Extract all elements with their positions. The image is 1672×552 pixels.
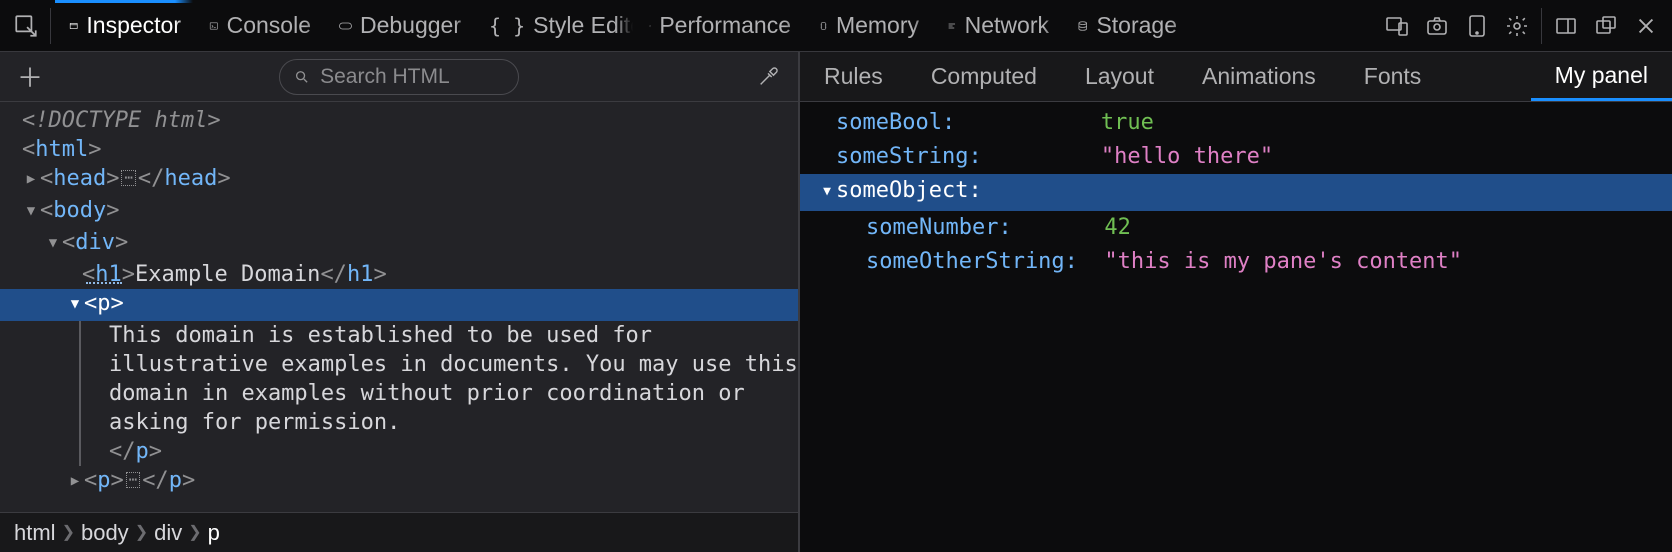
close-icon[interactable]: [1626, 6, 1666, 46]
twisty-open-icon[interactable]: ▼: [66, 290, 84, 319]
pick-element-icon[interactable]: [6, 6, 46, 46]
tab-label: Debugger: [360, 12, 461, 39]
dom-h1[interactable]: <h1>Example Domain</h1>: [0, 260, 798, 289]
tab-debugger[interactable]: Debugger: [325, 0, 475, 51]
dom-div[interactable]: ▼<div>: [0, 228, 798, 260]
eyedropper-icon[interactable]: [748, 57, 788, 97]
sidebar-panel: Rules Computed Layout Animations Fonts M…: [800, 52, 1672, 552]
tab-storage[interactable]: Storage: [1063, 0, 1191, 51]
object-value: 42: [1104, 211, 1131, 245]
dom-html-open[interactable]: <html>: [0, 135, 798, 164]
ellipsis-icon[interactable]: ⋯: [126, 472, 140, 488]
screenshot-icon[interactable]: [1417, 6, 1457, 46]
performance-icon: [649, 15, 651, 37]
crumb-div[interactable]: div: [154, 520, 182, 546]
dom-p-selected[interactable]: ▼<p>: [0, 289, 798, 321]
crumb-body[interactable]: body: [81, 520, 129, 546]
chevron-right-icon: ❯: [188, 522, 201, 542]
object-row[interactable]: someBool: true: [800, 106, 1672, 140]
markup-toolbar: ＋: [0, 52, 798, 102]
tab-layout[interactable]: Layout: [1061, 52, 1178, 101]
device-icon[interactable]: [1457, 6, 1497, 46]
object-row[interactable]: someOtherString: "this is my pane's cont…: [800, 245, 1672, 279]
tab-performance[interactable]: Performance: [635, 0, 805, 51]
breadcrumb: html ❯ body ❯ div ❯ p: [0, 512, 798, 552]
dom-p-text[interactable]: This domain is established to be used fo…: [79, 321, 798, 466]
crumb-html[interactable]: html: [14, 520, 56, 546]
tab-style-editor[interactable]: { } Style Editor: [475, 0, 635, 51]
tab-label: Inspector: [86, 12, 181, 39]
dock-side-icon[interactable]: [1546, 6, 1586, 46]
style-editor-icon: { }: [489, 14, 525, 38]
object-row[interactable]: ▼someObject:: [800, 174, 1672, 211]
chevron-right-icon: ❯: [135, 522, 148, 542]
debugger-icon: [339, 16, 352, 36]
dom-head[interactable]: ▶<head>⋯</head>: [0, 164, 798, 196]
tab-console[interactable]: Console: [195, 0, 325, 51]
object-key: someNumber:: [866, 211, 1104, 245]
dock-window-icon[interactable]: [1586, 6, 1626, 46]
object-key: someObject:: [836, 174, 1101, 208]
object-row[interactable]: someString: "hello there": [800, 140, 1672, 174]
tab-computed[interactable]: Computed: [907, 52, 1061, 101]
memory-icon: [819, 15, 828, 37]
responsive-mode-icon[interactable]: [1377, 6, 1417, 46]
tab-label: Network: [965, 12, 1049, 39]
twisty-closed-icon[interactable]: ▶: [66, 467, 84, 496]
console-icon: [209, 15, 219, 37]
add-node-button[interactable]: ＋: [10, 57, 50, 97]
dom-body[interactable]: ▼<body>: [0, 196, 798, 228]
search-icon: [294, 68, 310, 86]
twisty-open-icon[interactable]: ▼: [22, 197, 40, 226]
tab-label: Memory: [836, 12, 919, 39]
twisty-open-icon[interactable]: ▼: [44, 229, 62, 258]
object-row[interactable]: someNumber: 42: [800, 211, 1672, 245]
tab-memory[interactable]: Memory: [805, 0, 933, 51]
tab-label: Performance: [659, 12, 791, 39]
twisty-open-icon[interactable]: ▼: [818, 175, 836, 209]
settings-icon[interactable]: [1497, 6, 1537, 46]
object-key: someString:: [836, 140, 1101, 174]
storage-icon: [1077, 15, 1088, 37]
dom-doctype[interactable]: <!DOCTYPE html>: [0, 106, 798, 135]
network-icon: [947, 15, 957, 37]
object-key: someOtherString:: [866, 245, 1104, 279]
search-html-input[interactable]: [320, 65, 504, 89]
tab-inspector[interactable]: Inspector: [55, 0, 195, 51]
tab-network[interactable]: Network: [933, 0, 1063, 51]
dom-p2[interactable]: ▶<p>⋯</p>: [0, 466, 798, 498]
main-split: ＋ <!DOCTYPE html> <html> ▶<head>⋯</head>: [0, 52, 1672, 552]
sidebar-tabs: Rules Computed Layout Animations Fonts M…: [800, 52, 1672, 102]
tab-label: Console: [227, 12, 311, 39]
object-value: "this is my pane's content": [1104, 245, 1462, 279]
tab-label: Storage: [1096, 12, 1177, 39]
search-html-field[interactable]: [279, 59, 518, 95]
object-value: "hello there": [1101, 140, 1273, 174]
devtools-toolbar: Inspector Console Debugger { } Style Edi…: [0, 0, 1672, 52]
object-viewer[interactable]: someBool: truesomeString: "hello there"▼…: [800, 102, 1672, 552]
ellipsis-icon[interactable]: ⋯: [121, 170, 135, 186]
tab-animations[interactable]: Animations: [1178, 52, 1340, 101]
tab-rules[interactable]: Rules: [800, 52, 907, 101]
object-value: true: [1101, 106, 1154, 140]
tab-label: Style Editor: [533, 12, 635, 39]
markup-panel: ＋ <!DOCTYPE html> <html> ▶<head>⋯</head>: [0, 52, 800, 552]
tab-fonts[interactable]: Fonts: [1340, 52, 1446, 101]
object-key: someBool:: [836, 106, 1101, 140]
chevron-right-icon: ❯: [62, 522, 75, 542]
crumb-p[interactable]: p: [208, 520, 220, 546]
tab-my-panel[interactable]: My panel: [1531, 52, 1672, 101]
inspector-icon: [69, 15, 78, 37]
dom-tree[interactable]: <!DOCTYPE html> <html> ▶<head>⋯</head> ▼…: [0, 102, 798, 512]
twisty-closed-icon[interactable]: ▶: [22, 165, 40, 194]
